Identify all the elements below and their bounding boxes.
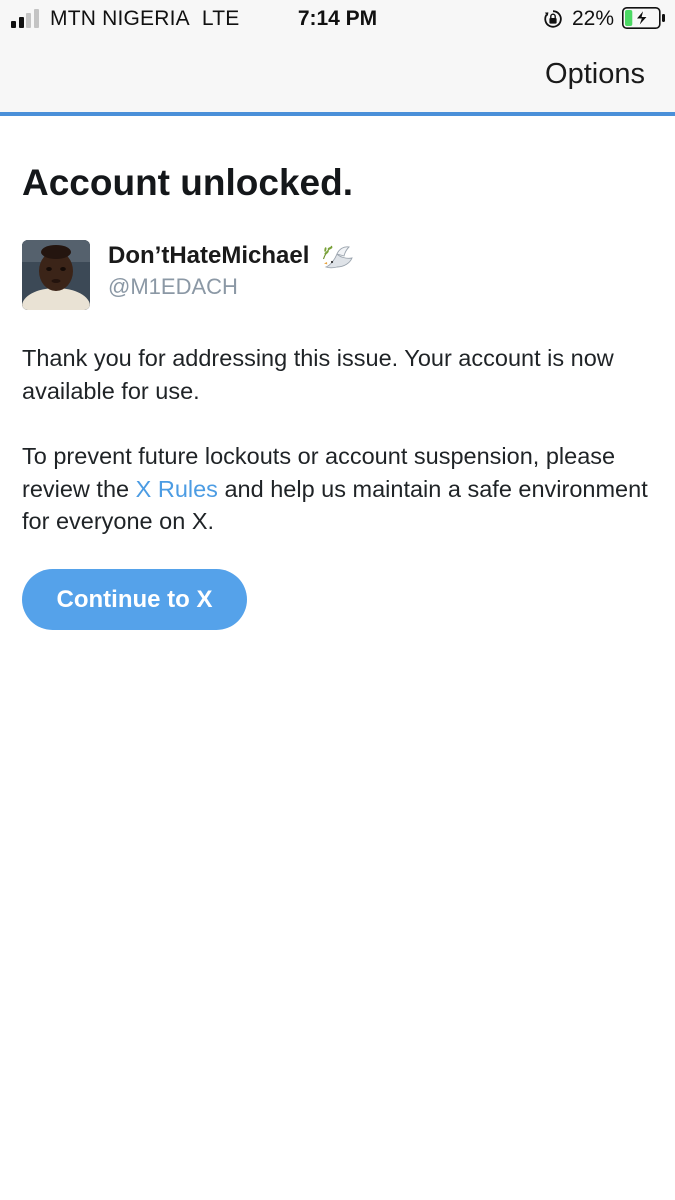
policy-message: To prevent future lockouts or account su… <box>22 440 652 538</box>
progress-bar-fill <box>0 112 675 116</box>
status-bar: MTN NIGERIA LTE 7:14 PM 22% <box>0 0 675 38</box>
rotation-lock-icon <box>544 10 562 28</box>
unlock-message: Thank you for addressing this issue. You… <box>22 345 614 404</box>
user-handle: @M1EDACH <box>108 274 238 299</box>
page-title: Account unlocked. <box>22 162 353 203</box>
x-rules-link[interactable]: X Rules <box>136 476 218 502</box>
user-display-name: Don’tHateMichael <box>108 242 310 269</box>
user-avatar <box>22 240 90 310</box>
navigation-bar: Options <box>0 38 675 112</box>
progress-bar <box>0 112 675 116</box>
battery-charging-icon <box>622 7 665 29</box>
battery-percentage: 22% <box>572 7 615 30</box>
dove-with-olive-branch-icon <box>322 245 353 269</box>
avatar-photo <box>22 240 90 310</box>
continue-to-x-button[interactable]: Continue to X <box>22 569 247 630</box>
options-button[interactable]: Options <box>545 58 645 91</box>
